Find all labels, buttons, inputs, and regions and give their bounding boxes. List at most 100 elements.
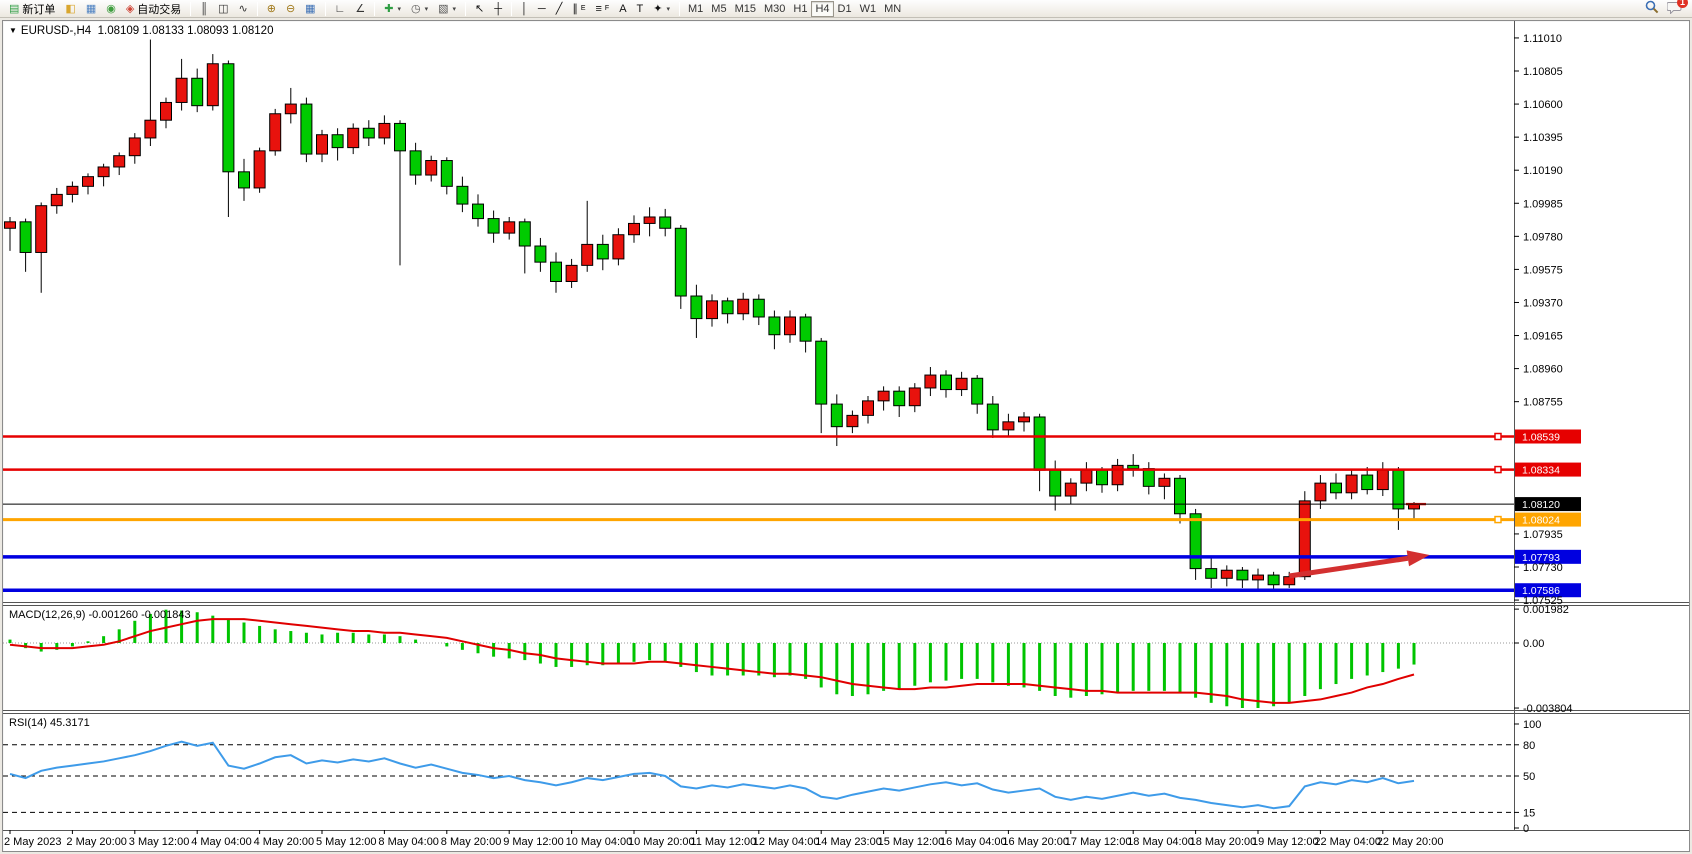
candle: [161, 102, 172, 120]
candle: [426, 161, 437, 176]
fibonacci-button[interactable]: ≡F: [590, 1, 614, 17]
toolbar-separator: [257, 2, 258, 16]
timeframe-button-d1[interactable]: D1: [834, 1, 856, 17]
candle: [145, 120, 156, 138]
candle: [504, 222, 515, 233]
indicator-window-button[interactable]: ∠: [350, 1, 370, 17]
timeframe-button-w1[interactable]: W1: [856, 1, 881, 17]
candlestick-chart-button[interactable]: ◫: [213, 1, 233, 17]
arrows-tool-button[interactable]: ✦▾: [648, 1, 675, 17]
candle: [878, 391, 889, 401]
search-icon: [1645, 0, 1659, 14]
crosshair-button[interactable]: ┼: [489, 1, 507, 17]
timeframe-button-m15[interactable]: M15: [731, 1, 760, 17]
dropdown-caret-icon[interactable]: ▾: [425, 5, 429, 13]
dropdown-caret-icon[interactable]: ▾: [666, 5, 670, 13]
candle: [675, 228, 686, 296]
level-line-handle[interactable]: [1495, 467, 1501, 473]
periods-button[interactable]: ◷▾: [406, 1, 433, 17]
time-tick-label: 17 May 12:00: [1065, 836, 1132, 848]
candle: [1019, 417, 1030, 422]
indicators-button[interactable]: ∟: [330, 1, 351, 17]
macd-tick-label: -0.003804: [1523, 703, 1573, 715]
candle: [551, 262, 562, 281]
indicators-icon: ∟: [335, 1, 346, 17]
candle: [925, 375, 936, 388]
line-chart-button[interactable]: ∿: [234, 1, 253, 17]
timeframe-button-h1[interactable]: H1: [789, 1, 811, 17]
text-button[interactable]: A: [614, 1, 631, 17]
time-tick-label: 14 May 23:00: [815, 836, 882, 848]
toolbar-separator: [511, 2, 512, 16]
notification-badge: 1: [1677, 0, 1688, 8]
trendline-icon: ╱: [556, 1, 563, 17]
time-tick-label: 8 May 20:00: [441, 836, 502, 848]
equidistant-channel-button[interactable]: ∥E: [567, 1, 590, 17]
candle: [254, 151, 265, 188]
navigator-button[interactable]: ◉: [101, 1, 121, 17]
timeframe-button-h4[interactable]: H4: [811, 1, 833, 17]
zoom-in-button[interactable]: ⊕: [262, 1, 281, 17]
candle: [270, 114, 281, 151]
dropdown-caret-icon[interactable]: ▾: [452, 5, 456, 13]
candle: [379, 123, 390, 138]
auto-trading-button[interactable]: ◈自动交易: [121, 1, 186, 17]
time-tick-label: 19 May 12:00: [1252, 836, 1319, 848]
zoom-in-icon: ⊕: [267, 1, 276, 17]
vertical-line-button[interactable]: │: [516, 1, 533, 17]
add-indicator-icon: ✚: [384, 1, 393, 17]
chart-dropdown-icon[interactable]: ▼: [9, 26, 17, 35]
equidistant-channel-icon: ∥: [572, 1, 578, 17]
crosshair-icon: ┼: [494, 1, 502, 17]
search-button[interactable]: [1645, 0, 1659, 17]
toolbar-separator: [374, 2, 375, 16]
text-label-button[interactable]: T: [632, 1, 649, 17]
rsi-tick-label: 50: [1523, 771, 1535, 783]
bar-chart-button[interactable]: ║: [195, 1, 213, 17]
dropdown-caret-icon[interactable]: ▾: [397, 5, 401, 13]
notifications-button[interactable]: 1: [1667, 1, 1682, 17]
candle: [457, 186, 468, 204]
new-order-button[interactable]: ▤新订单: [4, 1, 60, 17]
candle: [1175, 478, 1186, 513]
candle: [1268, 575, 1279, 585]
price-tick-label: 1.09370: [1523, 297, 1563, 309]
zoom-out-button[interactable]: ⊖: [281, 1, 300, 17]
rsi-indicator-label: RSI(14) 45.3171: [9, 717, 90, 729]
macd-tick-label: 0.00: [1523, 638, 1544, 650]
candle: [1253, 575, 1264, 580]
candle: [1050, 470, 1061, 496]
horizontal-line-icon: ─: [538, 1, 546, 17]
main-toolbar: ▤新订单◧▦◉◈自动交易║◫∿⊕⊖▦∟∠✚▾◷▾▧▾↖┼│─╱∥E≡FAT✦▾M…: [0, 0, 1692, 18]
candle: [894, 391, 905, 406]
candle: [753, 299, 764, 317]
timeframe-button-m30[interactable]: M30: [760, 1, 789, 17]
auto-trading-icon: ◈: [126, 1, 134, 17]
time-tick-label: 12 May 04:00: [753, 836, 820, 848]
add-indicator-button[interactable]: ✚▾: [379, 1, 406, 17]
level-line-handle[interactable]: [1495, 517, 1501, 523]
templates-button[interactable]: ▧▾: [433, 1, 461, 17]
timeframe-button-mn[interactable]: MN: [880, 1, 905, 17]
candle: [582, 244, 593, 265]
trendline-button[interactable]: ╱: [551, 1, 568, 17]
market-watch-button[interactable]: ▦: [81, 1, 101, 17]
candle: [395, 123, 406, 150]
horizontal-line-button[interactable]: ─: [533, 1, 551, 17]
timeframe-button-m5[interactable]: M5: [707, 1, 730, 17]
candle: [863, 401, 874, 416]
level-line-handle[interactable]: [1495, 434, 1501, 440]
timeframe-button-m1[interactable]: M1: [684, 1, 707, 17]
cursor-button[interactable]: ↖: [470, 1, 489, 17]
profiles-button[interactable]: ◧: [60, 1, 80, 17]
tile-windows-button[interactable]: ▦: [300, 1, 320, 17]
candle: [722, 301, 733, 314]
chart-window[interactable]: ▼EURUSD-,H4 1.08109 1.08133 1.08093 1.08…: [2, 20, 1690, 852]
chart-plot[interactable]: 1.085391.083341.081201.080241.077931.075…: [3, 21, 1689, 851]
candle: [800, 317, 811, 341]
candle: [348, 128, 359, 147]
candle: [1003, 422, 1014, 430]
candle: [285, 104, 296, 114]
candle: [176, 78, 187, 102]
candle: [1206, 569, 1217, 579]
